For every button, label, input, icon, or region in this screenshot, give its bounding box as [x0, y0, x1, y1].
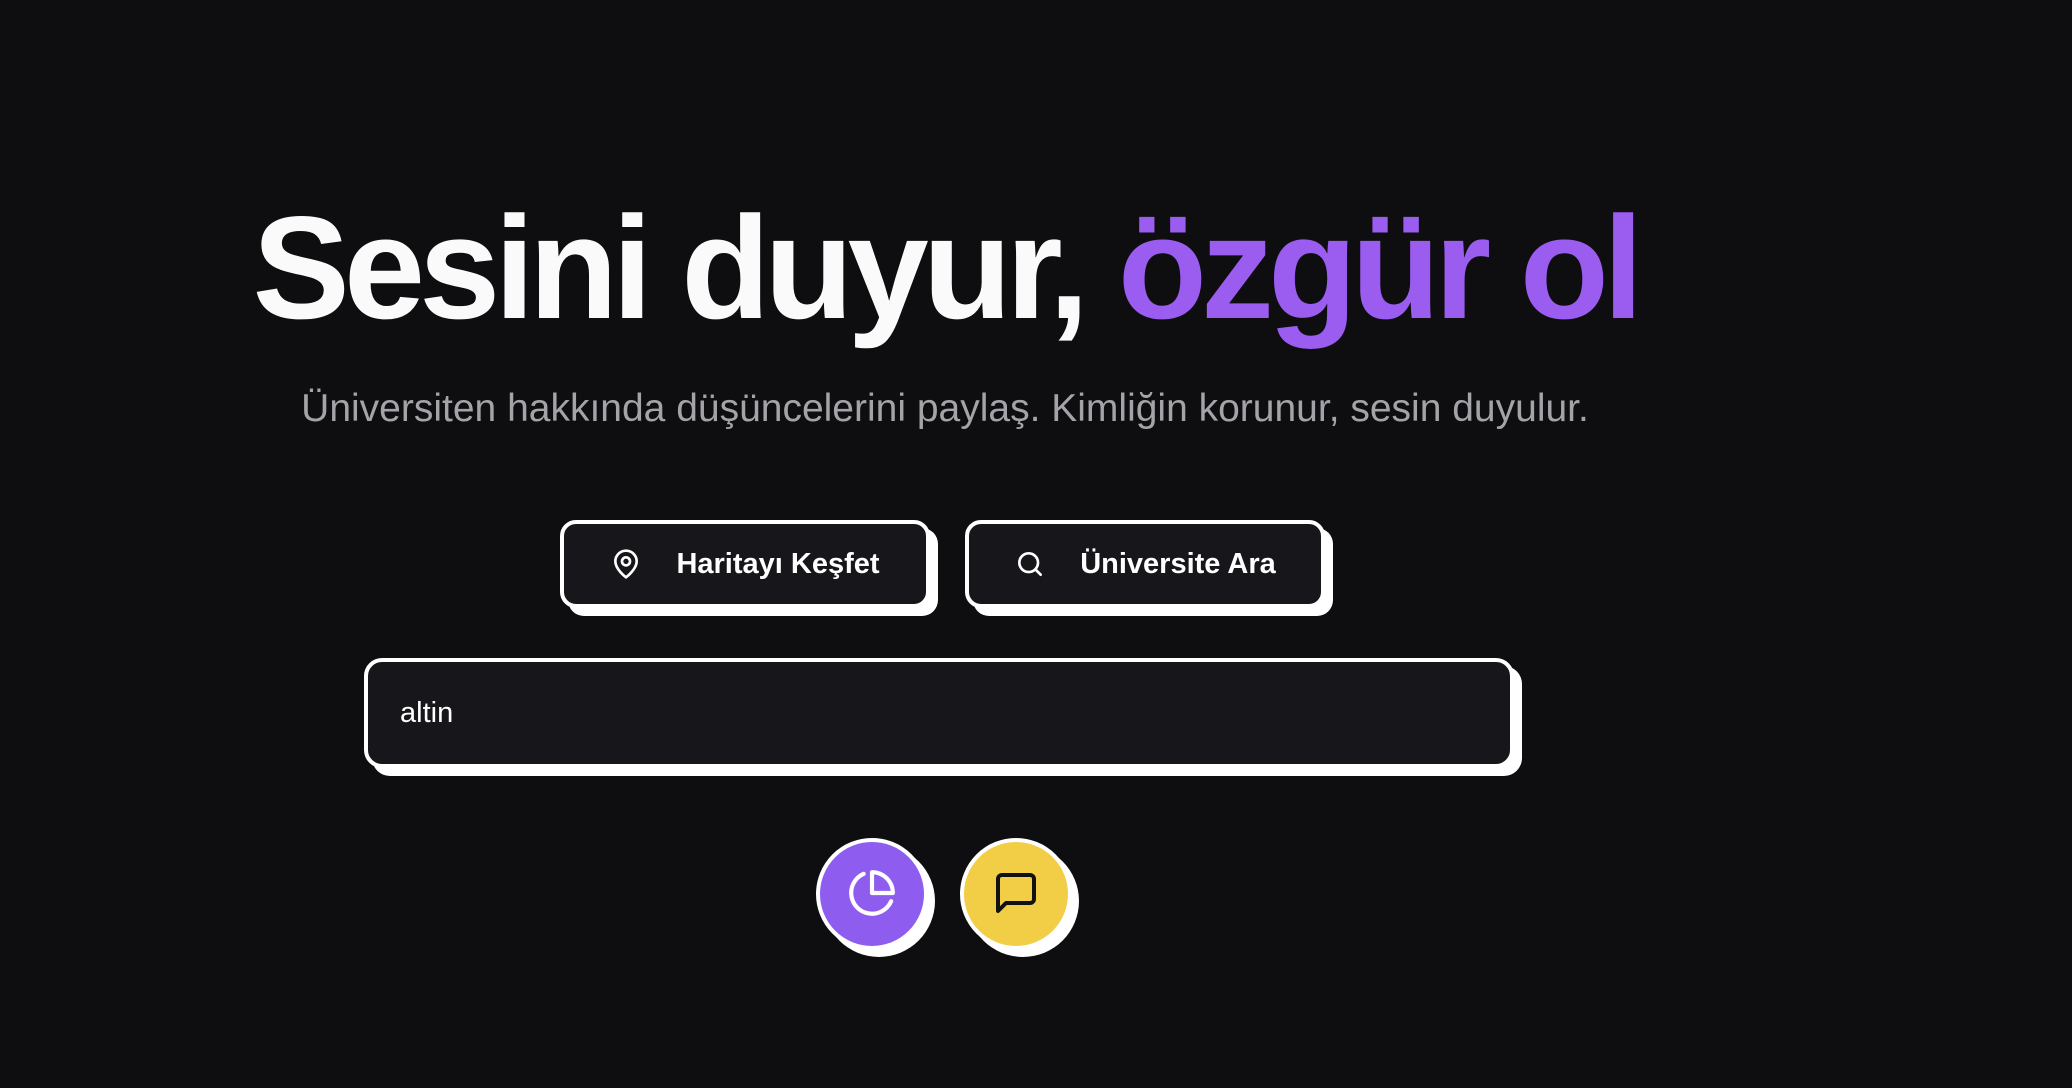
hero-title: Sesini duyur, özgür ol — [0, 188, 1890, 348]
hero-title-accent: özgür ol — [1117, 186, 1644, 349]
hero-title-plain: Sesini duyur, — [252, 186, 1090, 349]
search-icon — [1014, 548, 1046, 580]
message-square-icon — [992, 869, 1040, 920]
search-university-button[interactable]: Üniversite Ara — [965, 520, 1325, 608]
search-box — [364, 658, 1514, 768]
explore-map-button[interactable]: Haritayı Keşfet — [560, 520, 930, 608]
hero-subtitle: Üniversiten hakkında düşüncelerini payla… — [301, 387, 1589, 430]
explore-map-label: Haritayı Keşfet — [676, 547, 880, 580]
chat-button[interactable] — [960, 838, 1072, 950]
pie-chart-icon — [847, 868, 897, 921]
stats-button[interactable] — [816, 838, 928, 950]
search-input[interactable] — [368, 662, 1510, 764]
map-pin-icon — [610, 548, 642, 580]
search-university-label: Üniversite Ara — [1080, 547, 1276, 580]
